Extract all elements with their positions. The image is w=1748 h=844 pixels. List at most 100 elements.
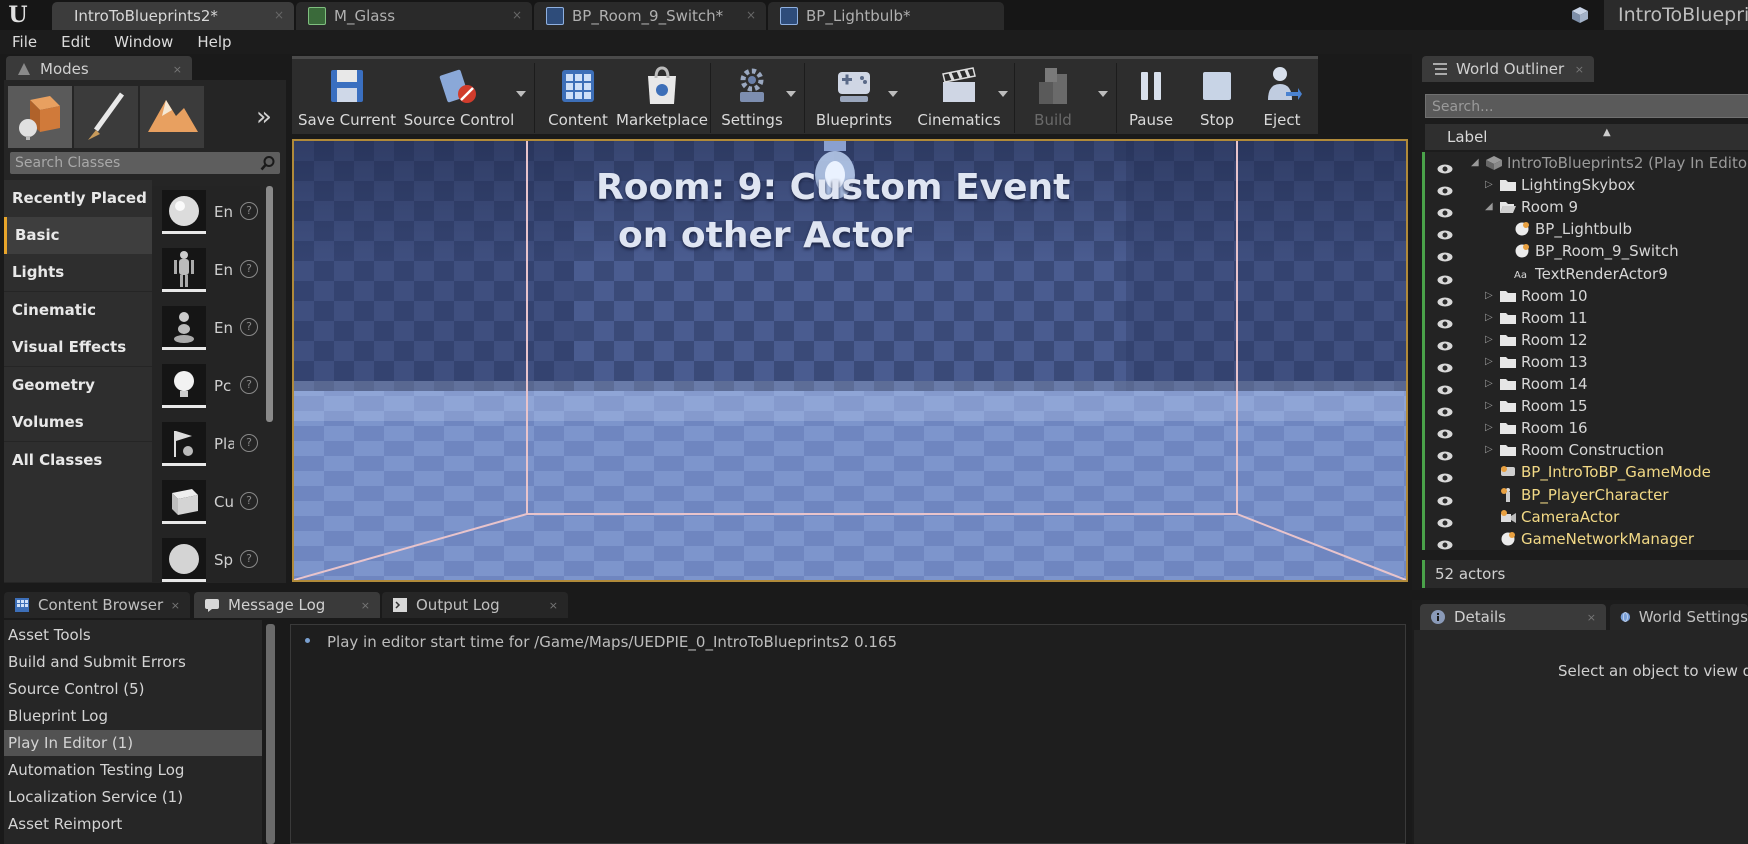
visibility-eye-icon[interactable] xyxy=(1437,401,1453,417)
paint-mode-button[interactable] xyxy=(74,86,138,148)
build-dropdown-icon[interactable] xyxy=(1098,91,1108,97)
visibility-eye-icon[interactable] xyxy=(1437,291,1453,307)
cinematics-button[interactable]: Cinematics xyxy=(904,59,1014,137)
placeable-sphere[interactable]: Sp ? xyxy=(162,538,258,582)
help-icon[interactable]: ? xyxy=(240,260,258,278)
close-icon[interactable]: × xyxy=(173,63,182,76)
tab-world-settings[interactable]: World Settings xyxy=(1610,604,1748,630)
tab-world-outliner[interactable]: World Outliner × xyxy=(1422,56,1594,82)
tab-bp-room-9-switch[interactable]: BP_Room_9_Switch* × xyxy=(534,2,766,30)
outliner-row[interactable]: ▷ Room 16 xyxy=(1425,417,1748,439)
visibility-eye-icon[interactable] xyxy=(1437,313,1453,329)
outliner-row[interactable]: BP_IntroToBP_GameMode xyxy=(1425,461,1748,483)
log-category-build-and-submit-errors[interactable]: Build and Submit Errors xyxy=(4,649,262,675)
close-icon[interactable]: × xyxy=(1575,63,1584,76)
menu-edit[interactable]: Edit xyxy=(49,30,102,54)
log-category-blueprint-log[interactable]: Blueprint Log xyxy=(4,703,262,729)
placeable-player-start[interactable]: Pla ? xyxy=(162,422,258,478)
tab-details[interactable]: Details × xyxy=(1420,604,1606,630)
close-icon[interactable]: × xyxy=(549,599,558,612)
message-log-scrollbar[interactable] xyxy=(266,624,275,844)
expand-modes-chevron-icon[interactable]: » xyxy=(256,102,272,132)
outliner-row[interactable]: ▷ Room 13 xyxy=(1425,351,1748,373)
visibility-eye-icon[interactable] xyxy=(1437,467,1453,483)
outliner-search-input[interactable]: Search... xyxy=(1425,94,1748,118)
expand-arrow-icon[interactable]: ▷ xyxy=(1485,395,1493,417)
help-icon[interactable]: ? xyxy=(240,318,258,336)
close-icon[interactable]: × xyxy=(171,599,180,612)
expand-arrow-icon[interactable]: ▷ xyxy=(1485,307,1493,329)
eject-button[interactable]: Eject xyxy=(1250,59,1314,137)
expand-arrow-icon[interactable]: ▷ xyxy=(1485,351,1493,373)
search-classes-input[interactable]: Search Classes xyxy=(10,152,280,174)
help-icon[interactable]: ? xyxy=(240,376,258,394)
menu-help[interactable]: Help xyxy=(185,30,243,54)
visibility-eye-icon[interactable] xyxy=(1437,423,1453,439)
close-icon[interactable]: × xyxy=(361,599,370,612)
visibility-eye-icon[interactable] xyxy=(1437,158,1453,174)
category-basic[interactable]: Basic xyxy=(4,217,152,254)
visibility-eye-icon[interactable] xyxy=(1437,269,1453,284)
visibility-eye-icon[interactable] xyxy=(1437,512,1453,528)
menu-file[interactable]: File xyxy=(0,30,49,54)
place-mode-button[interactable] xyxy=(8,86,72,148)
visibility-eye-icon[interactable] xyxy=(1437,180,1453,196)
build-button[interactable]: Build xyxy=(1016,59,1090,137)
help-icon[interactable]: ? xyxy=(240,434,258,452)
source-control-button[interactable]: Source Control xyxy=(404,59,514,137)
visibility-eye-icon[interactable] xyxy=(1437,357,1453,373)
placeable-empty-actor[interactable]: En ? xyxy=(162,190,258,246)
outliner-row[interactable]: BP_Lightbulb xyxy=(1425,218,1748,240)
visibility-eye-icon[interactable] xyxy=(1437,335,1453,351)
settings-dropdown-icon[interactable] xyxy=(786,91,796,97)
log-category-automation-testing-log[interactable]: Automation Testing Log xyxy=(4,757,262,783)
outliner-row[interactable]: BP_PlayerCharacter xyxy=(1425,484,1748,506)
log-category-source-control[interactable]: Source Control (5) xyxy=(4,676,262,702)
outliner-row[interactable]: ▷ Room 10 xyxy=(1425,285,1748,307)
visibility-eye-icon[interactable] xyxy=(1437,224,1453,240)
settings-button[interactable]: Settings xyxy=(712,59,792,137)
stop-button[interactable]: Stop xyxy=(1186,59,1248,137)
expand-arrow-icon[interactable]: ▷ xyxy=(1485,417,1493,439)
close-icon[interactable]: × xyxy=(274,8,284,22)
cinematics-dropdown-icon[interactable] xyxy=(998,91,1008,97)
outliner-row[interactable]: ▷ LightingSkybox xyxy=(1425,174,1748,196)
pause-button[interactable]: Pause xyxy=(1118,59,1184,137)
visibility-eye-icon[interactable] xyxy=(1437,379,1453,395)
visibility-eye-icon[interactable] xyxy=(1437,445,1453,461)
menu-window[interactable]: Window xyxy=(102,30,185,54)
expand-arrow-icon[interactable]: ▷ xyxy=(1485,329,1493,351)
log-category-localization-service[interactable]: Localization Service (1) xyxy=(4,784,262,810)
tab-modes[interactable]: Modes × xyxy=(6,56,192,82)
outliner-row[interactable]: BP_Room_9_Switch xyxy=(1425,240,1748,262)
expand-arrow-icon[interactable]: ▷ xyxy=(1485,285,1493,307)
level-viewport[interactable]: Room: 9: Custom Event on other Actor xyxy=(292,139,1408,582)
unreal-logo-icon[interactable]: U xyxy=(2,0,34,30)
source-control-dropdown-icon[interactable] xyxy=(516,91,526,97)
collapse-arrow-icon[interactable]: ◢ xyxy=(1471,152,1479,174)
tab-m-glass[interactable]: M_Glass × xyxy=(296,2,532,30)
category-lights[interactable]: Lights xyxy=(4,254,152,291)
placeable-cube[interactable]: Cu ? xyxy=(162,480,258,536)
visibility-eye-icon[interactable] xyxy=(1437,534,1453,550)
help-icon[interactable]: ? xyxy=(240,492,258,510)
collapse-arrow-icon[interactable]: ◢ xyxy=(1485,196,1493,218)
log-category-asset-reimport[interactable]: Asset Reimport xyxy=(4,811,262,837)
category-visual-effects[interactable]: Visual Effects xyxy=(4,329,152,366)
save-current-button[interactable]: Save Current xyxy=(292,59,402,137)
tab-message-log[interactable]: Message Log × xyxy=(194,592,380,618)
placeable-empty-character[interactable]: En ? xyxy=(162,248,258,304)
log-category-asset-tools[interactable]: Asset Tools xyxy=(4,622,262,648)
tab-content-browser[interactable]: Content Browser × xyxy=(4,592,190,618)
expand-arrow-icon[interactable]: ▷ xyxy=(1485,373,1493,395)
help-icon[interactable]: ? xyxy=(240,550,258,568)
blueprints-dropdown-icon[interactable] xyxy=(888,91,898,97)
log-entry[interactable]: Play in editor start time for /Game/Maps… xyxy=(327,633,897,651)
modes-scrollbar[interactable] xyxy=(266,186,273,422)
tab-bp-lightbulb[interactable]: BP_Lightbulb* xyxy=(768,2,1004,30)
outliner-row[interactable]: ▷ Room 14 xyxy=(1425,373,1748,395)
tab-introtoblueprints2[interactable]: IntroToBlueprints2* × xyxy=(52,2,294,30)
tab-output-log[interactable]: Output Log × xyxy=(382,592,568,618)
help-icon[interactable]: ? xyxy=(240,202,258,220)
category-geometry[interactable]: Geometry xyxy=(4,367,152,404)
